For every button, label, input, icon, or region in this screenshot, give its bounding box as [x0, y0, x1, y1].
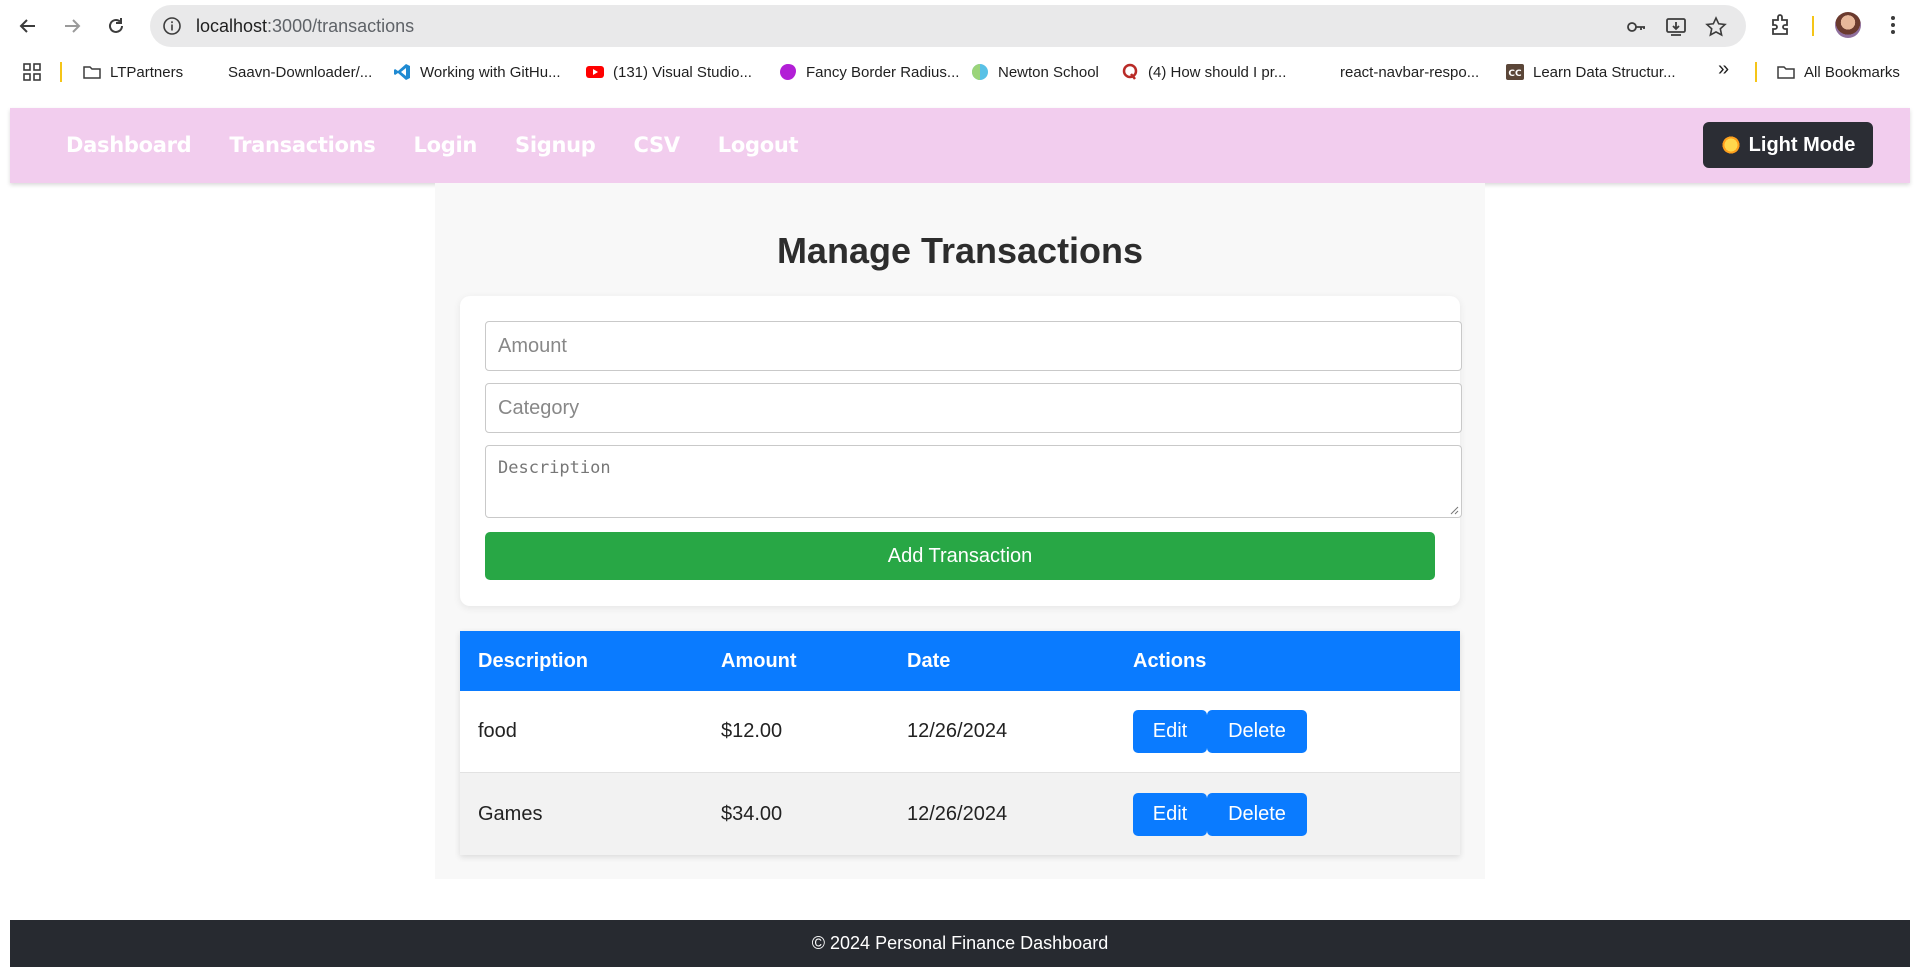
url-path: :3000/transactions [267, 16, 415, 36]
bookmark-label: All Bookmarks [1804, 63, 1900, 81]
table-row: food $12.00 12/26/2024 Edit Delete [460, 691, 1460, 773]
description-textarea[interactable]: Description [485, 445, 1462, 518]
bookmark-item[interactable]: react-navbar-respo... [1312, 62, 1479, 82]
transaction-form: Amount Category Description Add Transact… [460, 296, 1462, 606]
youtube-icon [585, 62, 605, 82]
theme-toggle-label: Light Mode [1748, 133, 1856, 156]
app-navbar: Dashboard Transactions Login Signup CSV … [10, 108, 1910, 183]
table-header: Description Amount Date Actions [460, 631, 1460, 691]
nav-link-dashboard[interactable]: Dashboard [66, 133, 192, 157]
address-bar[interactable]: localhost:3000/transactions [150, 5, 1746, 47]
sun-icon [1720, 135, 1741, 155]
url-host: localhost [196, 16, 268, 36]
extensions-puzzle-icon[interactable] [1768, 12, 1794, 38]
cell-description: food [478, 720, 517, 742]
quora-icon [1120, 62, 1140, 82]
bookmarks-divider [60, 62, 62, 82]
category-input[interactable]: Category [485, 383, 1462, 433]
bookmark-item[interactable]: Working with GitHu... [392, 62, 561, 82]
add-transaction-label: Add Transaction [887, 544, 1033, 567]
delete-button[interactable]: Delete [1207, 792, 1307, 836]
bookmark-star-icon[interactable] [1705, 16, 1727, 38]
site-info-icon[interactable] [162, 16, 182, 36]
folder-icon [1776, 62, 1796, 82]
forward-arrow-icon[interactable] [56, 10, 88, 42]
bookmark-label: Newton School [998, 63, 1099, 81]
theme-toggle-button[interactable]: Light Mode [1703, 122, 1873, 168]
nav-link-csv[interactable]: CSV [634, 133, 681, 157]
bookmark-label: react-navbar-respo... [1340, 63, 1480, 81]
bookmark-label: Working with GitHu... [420, 63, 561, 81]
github-icon [200, 62, 220, 82]
bookmark-label: Fancy Border Radius... [806, 63, 960, 81]
nav-link-login[interactable]: Login [414, 133, 478, 157]
bookmark-item[interactable]: Fancy Border Radius... [778, 62, 959, 82]
install-app-icon[interactable] [1665, 16, 1687, 38]
page-footer: © 2024 Personal Finance Dashboard [10, 920, 1910, 967]
bookmarks-bar: LTPartners Saavn-Downloader/... Working … [0, 52, 1920, 92]
transactions-table: Description Amount Date Actions food $12… [460, 631, 1460, 855]
password-key-icon[interactable] [1625, 16, 1647, 38]
bookmark-label: Saavn-Downloader/... [228, 63, 373, 81]
bookmark-item[interactable]: Newton School [970, 62, 1099, 82]
cell-description: Games [478, 802, 543, 825]
cell-date: 12/26/2024 [907, 720, 1008, 742]
page-title: Manage Transactions [776, 230, 1144, 271]
bookmark-item[interactable]: LTPartners [82, 62, 183, 82]
bookmark-item[interactable]: CC Learn Data Structur... [1505, 62, 1676, 82]
all-bookmarks-item[interactable]: All Bookmarks [1776, 62, 1900, 82]
apps-grid-icon[interactable] [22, 62, 42, 82]
header-amount: Amount [721, 649, 797, 672]
nav-links: Dashboard Transactions Login Signup CSV … [66, 133, 799, 157]
nav-link-signup[interactable]: Signup [515, 133, 596, 157]
main-content: Manage Transactions Amount Category Desc… [435, 183, 1485, 879]
bookmark-label: Learn Data Structur... [1533, 63, 1676, 81]
profile-avatar[interactable] [1835, 12, 1861, 38]
resize-handle-icon[interactable] [1449, 505, 1459, 515]
cell-amount: $34.00 [721, 802, 783, 825]
nav-link-transactions[interactable]: Transactions [229, 133, 375, 157]
amount-input[interactable]: Amount [485, 321, 1462, 371]
bookmark-label: LTPartners [110, 63, 184, 81]
amount-placeholder: Amount [498, 335, 567, 357]
back-arrow-icon[interactable] [12, 10, 44, 42]
cell-actions: Edit Delete [1133, 691, 1307, 772]
newton-icon [970, 62, 990, 82]
delete-button[interactable]: Delete [1207, 710, 1307, 753]
kebab-menu-icon[interactable] [1880, 12, 1906, 38]
bookmarks-divider [1755, 62, 1757, 82]
description-placeholder: Description [498, 458, 611, 478]
bookmark-label: (131) Visual Studio... [613, 63, 752, 81]
bookmarks-overflow-icon[interactable]: » [1718, 58, 1729, 81]
add-transaction-button[interactable]: Add Transaction [485, 532, 1435, 580]
bookmark-item[interactable]: (131) Visual Studio... [585, 62, 752, 82]
cell-date: 12/26/2024 [907, 802, 1008, 825]
cell-amount: $12.00 [721, 720, 783, 742]
github-icon [1312, 62, 1332, 82]
bookmark-item[interactable]: (4) How should I pr... [1120, 62, 1286, 82]
url-text: localhost:3000/transactions [196, 16, 414, 37]
svg-text:CC: CC [1508, 69, 1522, 79]
vscode-icon [392, 62, 412, 82]
header-actions: Actions [1133, 649, 1207, 672]
header-date: Date [907, 649, 951, 672]
codechef-icon: CC [1505, 62, 1525, 82]
header-description: Description [478, 649, 589, 672]
nav-link-logout[interactable]: Logout [718, 133, 799, 157]
bookmark-label: (4) How should I pr... [1148, 63, 1287, 81]
reload-icon[interactable] [100, 10, 132, 42]
cell-actions: Edit Delete [1133, 773, 1307, 855]
table-row: Games $34.00 12/26/2024 Edit Delete [460, 773, 1460, 855]
browser-toolbar: localhost:3000/transactions [0, 0, 1920, 52]
category-placeholder: Category [498, 397, 580, 419]
edit-button[interactable]: Edit [1133, 792, 1207, 836]
footer-text: © 2024 Personal Finance Dashboard [811, 933, 1109, 953]
blob-icon [778, 62, 798, 82]
edit-button[interactable]: Edit [1133, 710, 1207, 753]
folder-icon [82, 62, 102, 82]
toolbar-divider [1812, 16, 1814, 36]
bookmark-item[interactable]: Saavn-Downloader/... [200, 62, 372, 82]
